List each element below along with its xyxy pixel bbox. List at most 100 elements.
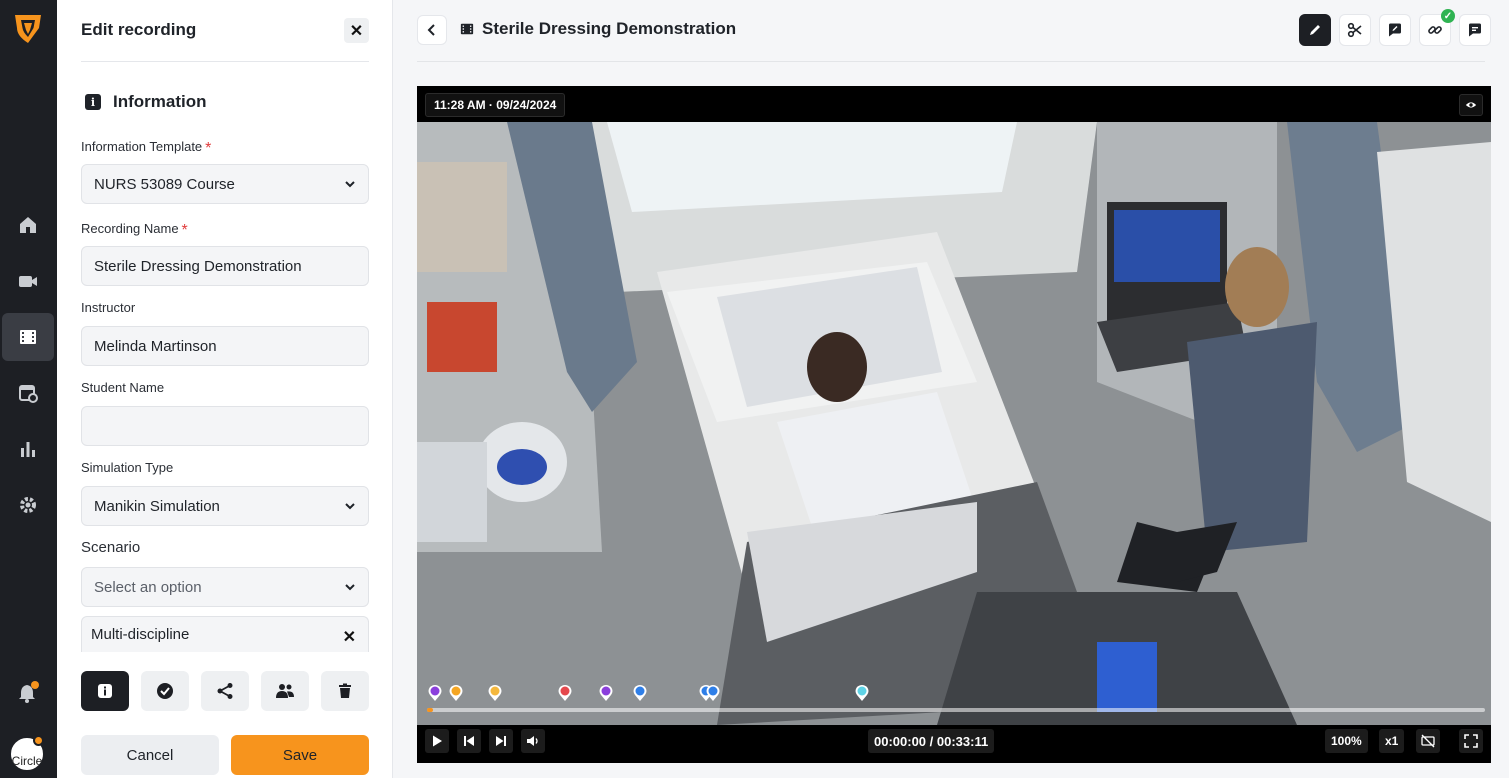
nav-home[interactable] xyxy=(2,201,54,249)
video-camera-icon xyxy=(19,276,37,287)
nav-cameras[interactable] xyxy=(2,257,54,305)
progress-fill xyxy=(427,708,433,712)
trash-icon xyxy=(339,683,351,698)
recording-name-value: Sterile Dressing Demonstration xyxy=(94,257,302,275)
tab-delete[interactable] xyxy=(321,671,369,711)
scenario-placeholder: Select an option xyxy=(94,578,202,596)
time-display: 00:00:00 / 00:33:11 xyxy=(868,729,995,753)
recording-viewer: Sterile Dressing Demonstration ✓ 11:28 A… xyxy=(393,0,1509,778)
timeline-marker[interactable] xyxy=(427,684,443,702)
timeline-marker[interactable] xyxy=(448,684,464,702)
tab-evaluation[interactable] xyxy=(141,671,189,711)
scenario-select[interactable]: Select an option xyxy=(81,567,369,607)
fullscreen-button[interactable] xyxy=(1459,729,1483,753)
zoom-level[interactable]: 100% xyxy=(1325,729,1368,753)
scenario-label: Scenario xyxy=(81,539,141,556)
nav-analytics[interactable] xyxy=(2,425,54,473)
header-actions: ✓ xyxy=(1299,9,1491,46)
notifications-button[interactable] xyxy=(16,681,39,704)
share-link-button[interactable]: ✓ xyxy=(1419,9,1455,46)
information-section-header: i Information xyxy=(85,92,207,112)
simulation-type-label: Simulation Type xyxy=(81,460,174,475)
timeline-marker[interactable] xyxy=(705,684,721,702)
tab-information[interactable] xyxy=(81,671,129,711)
timeline-marker[interactable] xyxy=(598,684,614,702)
clip-button[interactable] xyxy=(1339,14,1371,46)
app-logo-icon[interactable] xyxy=(11,10,45,44)
remove-tag-icon[interactable]: ✕ xyxy=(343,627,356,647)
cancel-button[interactable]: Cancel xyxy=(81,735,219,775)
video-top-bar: 11:28 AM · 09/24/2024 xyxy=(417,86,1491,122)
back-button[interactable] xyxy=(417,15,447,45)
schedule-icon xyxy=(19,385,38,403)
timeline-markers xyxy=(417,684,1491,704)
playback-speed[interactable]: x1 xyxy=(1379,729,1405,753)
timeline-marker[interactable] xyxy=(557,684,573,702)
comments-button[interactable] xyxy=(1459,14,1491,46)
home-icon xyxy=(20,217,36,233)
student-name-input[interactable] xyxy=(81,406,369,446)
timeline-marker[interactable] xyxy=(854,684,870,702)
instructor-value: Melinda Martinson xyxy=(94,337,217,355)
link-icon xyxy=(1428,26,1442,34)
volume-icon xyxy=(527,736,538,746)
comment-edit-icon xyxy=(1389,23,1401,37)
recording-name-input[interactable]: Sterile Dressing Demonstration xyxy=(81,246,369,286)
save-button[interactable]: Save xyxy=(231,735,369,775)
play-button[interactable] xyxy=(425,729,449,753)
chevron-down-icon xyxy=(345,503,355,510)
simulation-type-value: Manikin Simulation xyxy=(94,497,220,515)
share-icon xyxy=(217,683,233,699)
eye-icon xyxy=(1465,102,1477,108)
nav-schedule[interactable] xyxy=(2,369,54,417)
gear-icon xyxy=(20,497,36,513)
play-icon xyxy=(433,735,442,747)
previous-button[interactable] xyxy=(457,729,481,753)
video-frame xyxy=(417,122,1491,725)
edit-button[interactable] xyxy=(1299,14,1331,46)
next-button[interactable] xyxy=(489,729,513,753)
tab-participants[interactable] xyxy=(261,671,309,711)
avatar-text: Circle xyxy=(11,754,43,768)
divider xyxy=(81,61,369,62)
tab-share[interactable] xyxy=(201,671,249,711)
template-select[interactable]: NURS 53089 Course xyxy=(81,164,369,204)
fullscreen-icon xyxy=(1464,734,1478,748)
recording-title: Sterile Dressing Demonstration xyxy=(460,19,736,39)
left-nav-rail: Circle xyxy=(0,0,57,778)
recording-title-text: Sterile Dressing Demonstration xyxy=(482,19,737,38)
player-controls: 00:00:00 / 00:33:11 100% x1 xyxy=(417,725,1491,763)
comment-icon xyxy=(1469,23,1481,37)
section-title: Information xyxy=(113,92,207,111)
scissors-icon xyxy=(1347,22,1362,38)
scenario-tag-label: Multi-discipline xyxy=(91,626,190,643)
nav-recordings[interactable] xyxy=(2,313,54,361)
annotation-button[interactable] xyxy=(1379,14,1411,46)
instructor-input[interactable]: Melinda Martinson xyxy=(81,326,369,366)
timeline-marker[interactable] xyxy=(487,684,503,702)
visibility-button[interactable] xyxy=(1459,94,1483,116)
nav-settings[interactable] xyxy=(2,481,54,529)
panel-title: Edit recording xyxy=(81,20,197,39)
check-circle-icon xyxy=(157,683,173,699)
simulation-type-select[interactable]: Manikin Simulation xyxy=(81,486,369,526)
template-label: Information Template * xyxy=(81,139,212,157)
volume-button[interactable] xyxy=(521,729,545,753)
skip-forward-icon xyxy=(496,736,506,746)
film-icon xyxy=(20,330,36,344)
timeline-marker[interactable] xyxy=(632,684,648,702)
panel-tab-row xyxy=(81,671,369,711)
close-panel-button[interactable]: ✕ xyxy=(344,18,369,43)
instructor-label: Instructor xyxy=(81,300,136,315)
pencil-icon xyxy=(1310,25,1320,35)
users-icon xyxy=(276,684,294,698)
chevron-down-icon xyxy=(345,584,355,591)
video-player[interactable]: 11:28 AM · 09/24/2024 00:00:00 / 00:33:1… xyxy=(417,86,1491,763)
captions-off-icon xyxy=(1421,734,1435,748)
edit-recording-panel: Edit recording ✕ i Information Informati… xyxy=(57,0,393,778)
progress-track[interactable] xyxy=(427,708,1485,712)
captions-toggle[interactable] xyxy=(1416,729,1440,753)
notification-dot xyxy=(31,681,39,689)
chevron-left-icon xyxy=(427,24,435,36)
student-name-label: Student Name xyxy=(81,380,165,395)
